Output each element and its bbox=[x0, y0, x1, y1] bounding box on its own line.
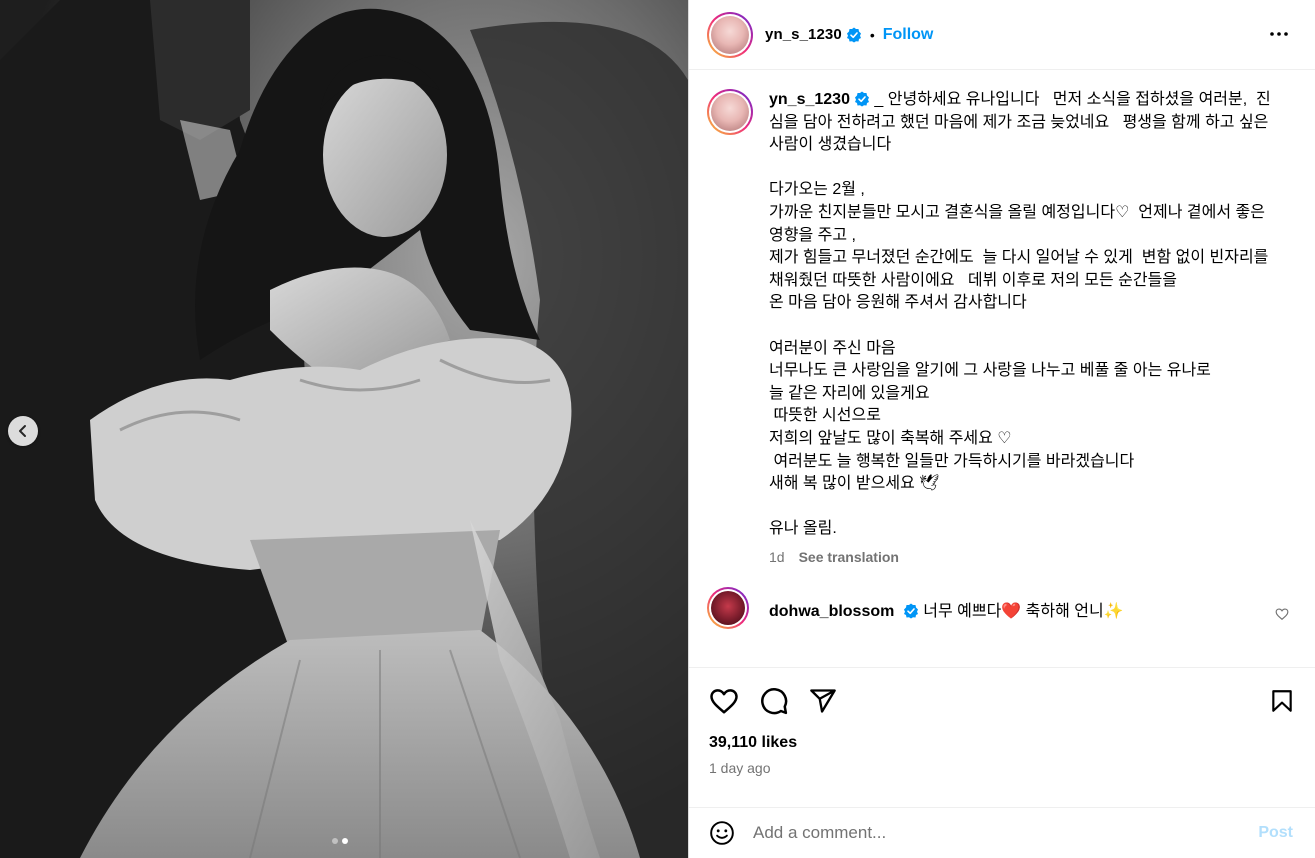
header-separator: • bbox=[869, 26, 875, 43]
verified-badge-icon bbox=[854, 91, 869, 107]
follow-button[interactable]: Follow bbox=[883, 26, 934, 44]
verified-badge-icon bbox=[846, 27, 861, 42]
save-button[interactable] bbox=[1269, 687, 1295, 715]
post-actions: 39,110 likes 1 day ago bbox=[689, 667, 1315, 787]
comments-section: yn_s_1230 _ 안녕하세요 유나입니다 먼저 소식을 접하셨을 여러분,… bbox=[689, 71, 1315, 666]
photo-image bbox=[0, 0, 688, 858]
action-icons bbox=[709, 686, 1297, 716]
comment-item: dohwa_blossom 너무 예쁘다❤️ 축하해 언니✨ bbox=[707, 586, 1297, 629]
comment-input[interactable] bbox=[753, 823, 1259, 843]
more-horizontal-icon[interactable] bbox=[1269, 24, 1289, 44]
caption-username[interactable]: yn_s_1230 bbox=[769, 91, 850, 108]
add-comment-bar: Post bbox=[689, 807, 1315, 858]
share-icon bbox=[810, 689, 836, 713]
caption-text: _ 안녕하세요 유나입니다 먼저 소식을 접하셨을 여러분, 진심을 담아 전하… bbox=[769, 91, 1271, 538]
emoji-icon[interactable] bbox=[709, 820, 735, 846]
heart-icon bbox=[710, 689, 738, 714]
comment-username[interactable]: dohwa_blossom bbox=[769, 603, 894, 620]
carousel-indicator bbox=[332, 838, 348, 844]
chevron-left-icon bbox=[19, 425, 26, 437]
see-translation-link[interactable]: See translation bbox=[799, 549, 899, 565]
avatar[interactable] bbox=[707, 11, 753, 58]
caption-time[interactable]: 1d bbox=[769, 549, 785, 565]
comment-avatar[interactable] bbox=[707, 586, 749, 629]
header-username[interactable]: yn_s_1230 bbox=[765, 26, 842, 43]
caption-avatar[interactable] bbox=[707, 89, 753, 135]
carousel-dot bbox=[332, 838, 338, 844]
post-comment-button[interactable]: Post bbox=[1258, 824, 1293, 842]
comment-icon bbox=[761, 688, 788, 715]
comment-button[interactable] bbox=[759, 686, 789, 716]
share-button[interactable] bbox=[809, 687, 837, 715]
bookmark-icon bbox=[1272, 690, 1292, 712]
comment-text: 너무 예쁘다❤️ 축하해 언니✨ bbox=[923, 602, 1124, 620]
post-side-panel: yn_s_1230 • Follow yn_s_1230 _ 안녕하세요 유나입… bbox=[688, 0, 1315, 858]
verified-badge-icon bbox=[903, 603, 918, 619]
post-modal: yn_s_1230 • Follow yn_s_1230 _ 안녕하세요 유나입… bbox=[0, 0, 1315, 858]
caption-text-block: yn_s_1230 _ 안녕하세요 유나입니다 먼저 소식을 접하셨을 여러분,… bbox=[769, 89, 1284, 541]
post-date[interactable]: 1 day ago bbox=[709, 760, 1297, 776]
carousel-prev-button[interactable] bbox=[8, 416, 38, 446]
comment-like-icon[interactable] bbox=[1275, 607, 1289, 621]
carousel-dot-active bbox=[342, 838, 348, 844]
caption: yn_s_1230 _ 안녕하세요 유나입니다 먼저 소식을 접하셨을 여러분,… bbox=[707, 89, 1297, 565]
post-header: yn_s_1230 • Follow bbox=[689, 0, 1315, 70]
post-photo bbox=[0, 0, 688, 858]
like-button[interactable] bbox=[709, 686, 739, 716]
caption-meta: 1d See translation bbox=[769, 549, 1297, 565]
likes-count[interactable]: 39,110 likes bbox=[709, 734, 1297, 752]
comment-body: dohwa_blossom 너무 예쁘다❤️ 축하해 언니✨ bbox=[769, 597, 1124, 629]
